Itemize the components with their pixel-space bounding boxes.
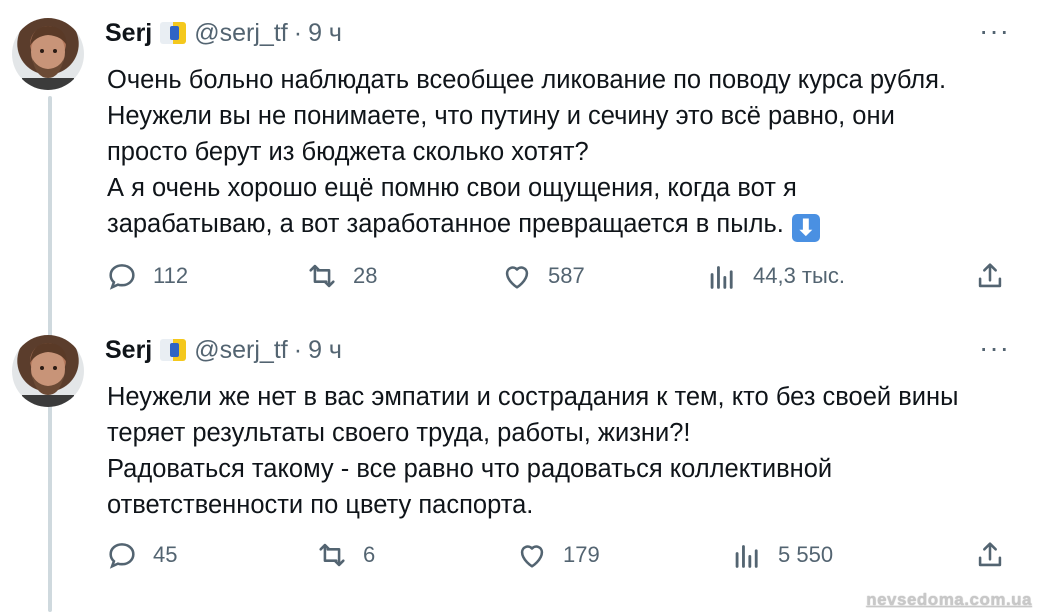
avatar[interactable]: [12, 18, 84, 90]
tweet-text-body: Неужели же нет в вас эмпатии и сострадан…: [107, 383, 959, 519]
share-icon: [978, 263, 1002, 288]
more-options-icon[interactable]: ···: [979, 17, 1010, 45]
views-count: 5 550: [778, 542, 834, 567]
repost-button[interactable]: 6: [315, 535, 375, 575]
repost-icon: [319, 543, 345, 567]
tweet-text-body: Очень больно наблюдать всеобщее ликовани…: [107, 66, 947, 238]
like-icon: [505, 266, 529, 289]
timestamp[interactable]: 9 ч: [308, 19, 342, 48]
author-name[interactable]: Serj: [105, 19, 152, 48]
share-button[interactable]: [973, 535, 1007, 575]
views-count: 44,3 тыс.: [753, 263, 845, 288]
reply-icon: [109, 264, 135, 290]
repost-icon: [309, 264, 335, 288]
tweet-1[interactable]: Serj @serj_tf · 9 ч ··· Очень больно наб…: [0, 17, 1038, 318]
separator-dot: ·: [293, 335, 303, 364]
views-icon: [710, 266, 733, 289]
like-icon: [520, 545, 544, 568]
flag-icon: [160, 22, 187, 44]
tweet-2[interactable]: Serj @serj_tf · 9 ч ··· Неужели же нет в…: [0, 334, 1038, 595]
share-icon: [978, 542, 1002, 567]
views-button[interactable]: 5 550: [730, 535, 833, 575]
down-arrow-emoji: ⬇: [791, 214, 820, 242]
author-handle[interactable]: @serj_tf: [194, 336, 287, 365]
tweet-text: Очень больно наблюдать всеобщее ликовани…: [107, 62, 1017, 242]
repost-count: 28: [353, 263, 378, 288]
action-bar: 112 28 587 44,3 тыс.: [105, 256, 1010, 296]
more-options-icon[interactable]: ···: [979, 334, 1010, 362]
like-button[interactable]: 179: [515, 535, 600, 575]
author-name[interactable]: Serj: [105, 336, 152, 365]
like-button[interactable]: 587: [500, 256, 585, 296]
tweet-header: Serj @serj_tf · 9 ч: [105, 18, 342, 48]
views-icon: [735, 545, 758, 568]
author-handle[interactable]: @serj_tf: [194, 19, 287, 48]
avatar[interactable]: [12, 335, 84, 407]
tweet-text: Неужели же нет в вас эмпатии и сострадан…: [107, 379, 1017, 523]
like-count: 179: [563, 542, 600, 567]
site-watermark: nevsedoma.com.ua: [866, 590, 1032, 609]
reply-count: 45: [153, 542, 178, 567]
reply-icon: [109, 543, 135, 569]
share-button[interactable]: [973, 256, 1007, 296]
repost-button[interactable]: 28: [305, 256, 377, 296]
repost-count: 6: [363, 542, 376, 567]
separator-dot: ·: [293, 18, 303, 47]
tweet-header: Serj @serj_tf · 9 ч: [105, 335, 342, 365]
like-count: 587: [548, 263, 585, 288]
reply-button[interactable]: 112: [105, 256, 188, 296]
reply-count: 112: [153, 263, 189, 288]
views-button[interactable]: 44,3 тыс.: [705, 256, 845, 296]
flag-icon: [160, 339, 187, 361]
timestamp[interactable]: 9 ч: [308, 336, 342, 365]
reply-button[interactable]: 45: [105, 535, 177, 575]
action-bar: 45 6 179 5 550: [105, 535, 1010, 575]
